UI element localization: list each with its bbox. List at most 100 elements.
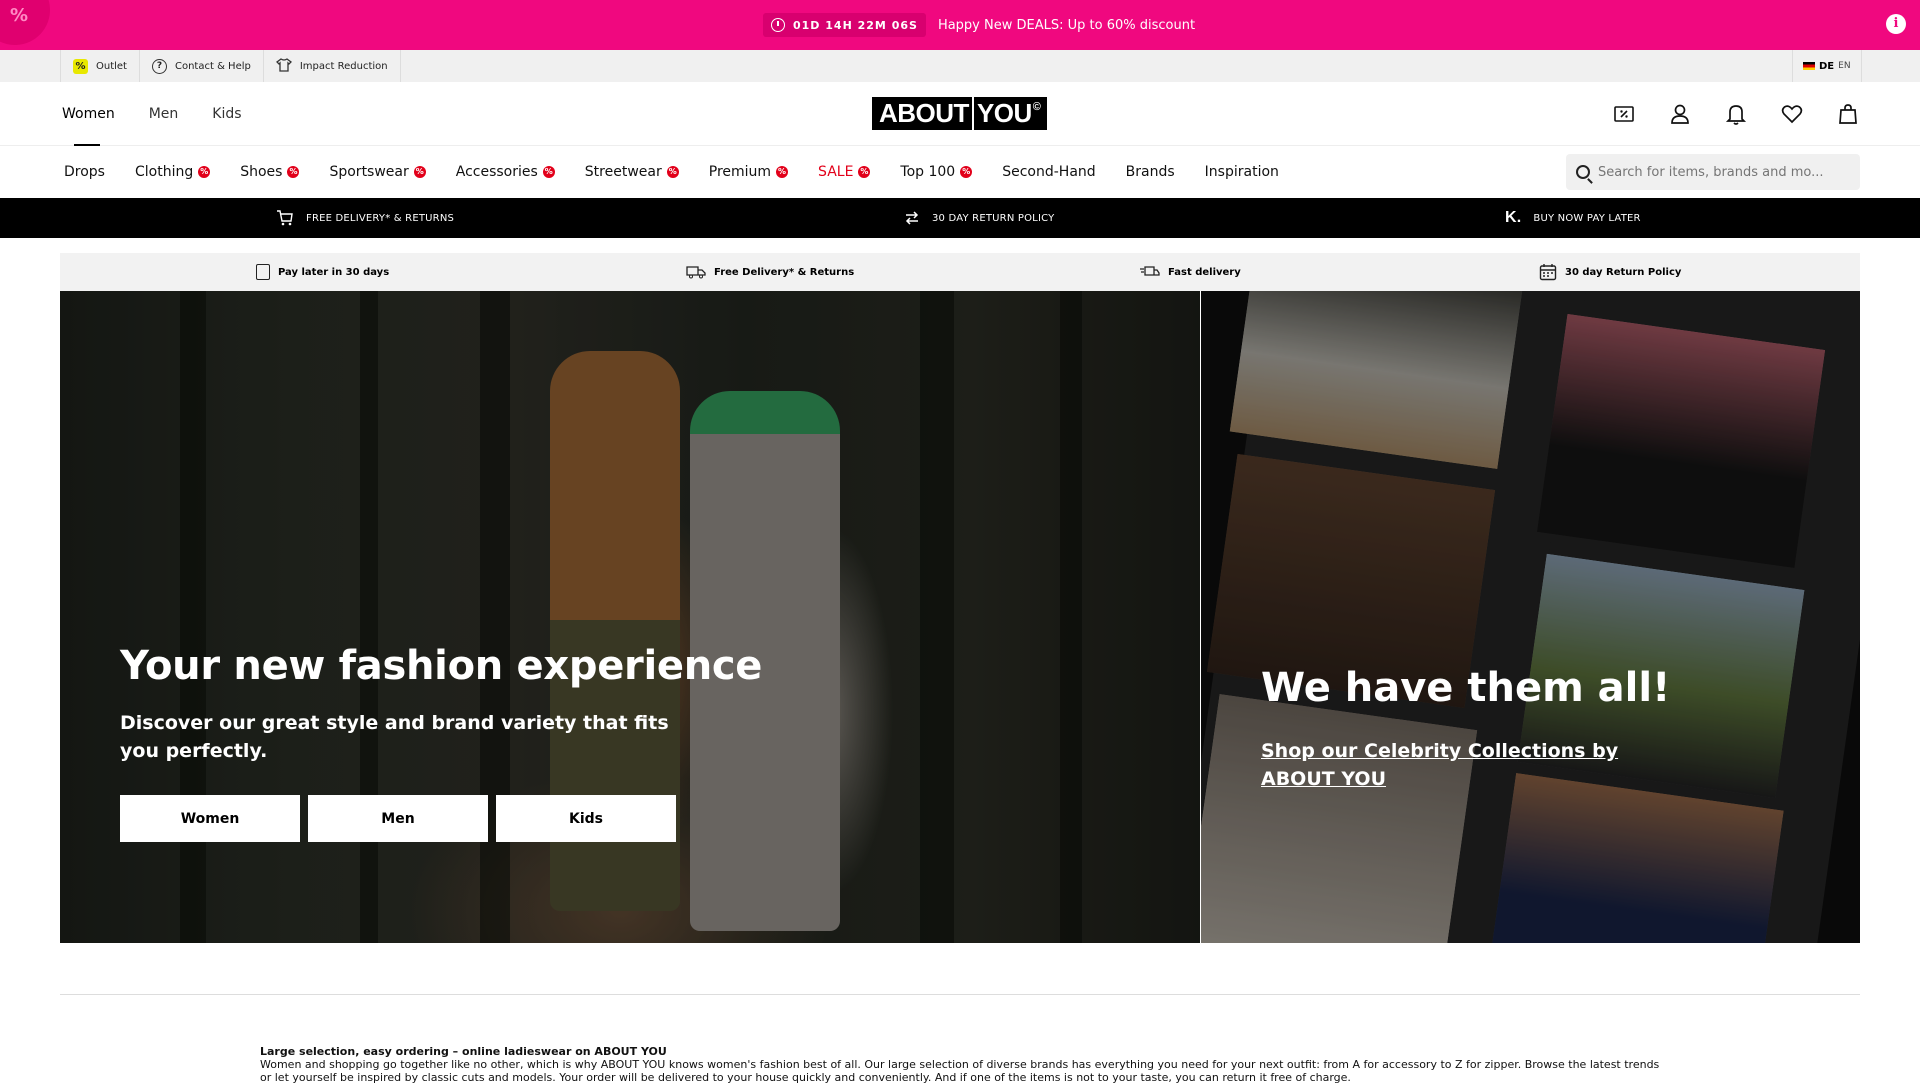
fast-truck-icon — [1140, 266, 1160, 276]
hero-women-button[interactable]: Women — [120, 795, 300, 842]
impact-reduction-link[interactable]: Impact Reduction — [264, 50, 401, 82]
usp-free-delivery-returns[interactable]: Free Delivery* & Returns — [686, 253, 854, 291]
question-circle-icon: ? — [151, 58, 167, 74]
discount-badge-icon: % — [198, 166, 211, 178]
usp-return-policy[interactable]: 30 DAY RETURN POLICY — [904, 198, 1054, 238]
wishlist-heart-icon[interactable] — [1780, 102, 1806, 126]
klarna-icon: K. — [1505, 209, 1522, 226]
account-icon[interactable] — [1668, 102, 1694, 126]
hero-kids-button[interactable]: Kids — [496, 795, 676, 842]
language-de[interactable]: DE — [1819, 61, 1834, 72]
celebrity-collections-link[interactable]: Shop our Celebrity Collections by ABOUT … — [1261, 737, 1621, 793]
section-divider — [60, 994, 1860, 995]
category-premium[interactable]: Premium% — [708, 164, 789, 180]
category-brands[interactable]: Brands — [1126, 164, 1175, 180]
category-drops[interactable]: Drops — [64, 164, 105, 180]
seo-body: Women and shopping go together like no o… — [260, 1058, 1660, 1084]
category-label: Accessories — [455, 164, 538, 180]
notification-bell-icon[interactable] — [1724, 102, 1750, 126]
promo-content[interactable]: 01D 14H 22M 06S Happy New DEALS: Up to 6… — [763, 13, 1195, 37]
tab-women[interactable]: Women — [62, 106, 115, 146]
usp-return-policy-strip[interactable]: 30 day Return Policy — [1539, 253, 1681, 291]
language-switcher[interactable]: DE EN — [1792, 50, 1862, 82]
category-accessories[interactable]: Accessories% — [456, 164, 555, 180]
discount-badge-icon: % — [960, 166, 973, 178]
search-bar[interactable] — [1566, 154, 1860, 190]
usp-return-policy-label: 30 DAY RETURN POLICY — [932, 212, 1055, 224]
category-label: Premium — [708, 164, 772, 180]
category-label: SALE — [818, 164, 854, 180]
discount-badge-icon: % — [858, 166, 871, 178]
hero-banner-celebrity[interactable]: We have them all! Shop our Celebrity Col… — [1201, 291, 1860, 943]
category-sportswear[interactable]: Sportswear% — [329, 164, 426, 180]
percent-tag-icon: % — [73, 58, 88, 74]
logo-mark: © — [1032, 100, 1041, 113]
category-nav: Drops Clothing% Shoes% Sportswear% Accessori… — [0, 146, 1920, 198]
info-icon[interactable]: i — [1886, 14, 1906, 34]
gender-tabs: Women Men Kids — [62, 82, 242, 146]
usp-buy-now-pay-later[interactable]: K. BUY NOW PAY LATER — [1505, 198, 1641, 238]
hero-buttons: Women Men Kids — [120, 795, 676, 842]
usp-return-policy-text: 30 day Return Policy — [1565, 266, 1682, 278]
category-label: Drops — [64, 164, 105, 180]
hero-banner-fashion[interactable]: Your new fashion experience Discover our… — [60, 291, 1200, 943]
usp-fast-delivery-text: Fast delivery — [1168, 266, 1241, 278]
outlet-link[interactable]: % Outlet — [61, 50, 140, 82]
shopping-bag-icon[interactable] — [1836, 102, 1862, 126]
logo-left: ABOUT — [879, 98, 969, 128]
tshirt-icon — [275, 57, 292, 75]
category-label: Top 100 — [900, 164, 956, 180]
search-input[interactable] — [1598, 164, 1848, 180]
usp-free-delivery-text: Free Delivery* & Returns — [714, 266, 855, 278]
usp-bar: FREE DELIVERY* & RETURNS 30 DAY RETURN P… — [0, 198, 1920, 238]
category-shoes[interactable]: Shoes% — [240, 164, 300, 180]
about-you-logo[interactable]: ABOUT YOU © — [872, 97, 1048, 130]
usp-pay-later-label: BUY NOW PAY LATER — [1533, 212, 1641, 224]
category-second-hand[interactable]: Second-Hand — [1002, 164, 1095, 180]
usp-pay-later[interactable]: Pay later in 30 days — [256, 253, 389, 291]
category-label: Second-Hand — [1002, 164, 1096, 180]
hero-title: Your new fashion experience — [120, 643, 763, 689]
usp-free-delivery-label: FREE DELIVERY* & RETURNS — [306, 212, 455, 224]
discount-badge-icon: % — [413, 166, 426, 178]
usp-free-delivery[interactable]: FREE DELIVERY* & RETURNS — [276, 198, 454, 238]
category-label: Brands — [1125, 164, 1175, 180]
exchange-arrows-icon — [905, 211, 919, 225]
usp-pay-later-text: Pay later in 30 days — [278, 266, 390, 278]
category-label: Streetwear — [584, 164, 662, 180]
invoice-icon — [256, 264, 270, 280]
impact-reduction-label: Impact Reduction — [299, 60, 388, 72]
service-bar: % Outlet ? Contact & Help Impact Reducti… — [0, 50, 1920, 82]
service-links: % Outlet ? Contact & Help Impact Reducti… — [60, 50, 401, 82]
hero-men-button[interactable]: Men — [308, 795, 488, 842]
usp-strip: Pay later in 30 days Free Delivery* & Re… — [60, 253, 1860, 291]
language-en[interactable]: EN — [1838, 61, 1850, 71]
logo-separator — [971, 97, 974, 130]
category-label: Inspiration — [1204, 164, 1279, 180]
category-sale[interactable]: SALE% — [818, 164, 871, 180]
discount-icon[interactable] — [1612, 102, 1638, 126]
category-inspiration[interactable]: Inspiration — [1205, 164, 1279, 180]
logo-right: YOU — [976, 98, 1032, 128]
tab-men[interactable]: Men — [149, 106, 179, 122]
hero-subtitle: Discover our great style and brand varie… — [120, 712, 669, 762]
category-label: Shoes — [240, 164, 283, 180]
promo-text[interactable]: Happy New DEALS: Up to 60% discount — [938, 18, 1195, 33]
contact-help-label: Contact & Help — [174, 60, 251, 72]
promo-banner[interactable]: % 01D 14H 22M 06S Happy New DEALS: Up to… — [0, 0, 1920, 50]
discount-badge-icon: % — [776, 166, 789, 178]
contact-help-link[interactable]: ? Contact & Help — [140, 50, 264, 82]
category-top-100[interactable]: Top 100% — [900, 164, 973, 180]
calendar-icon — [1539, 264, 1557, 281]
category-streetwear[interactable]: Streetwear% — [585, 164, 679, 180]
category-clothing[interactable]: Clothing% — [135, 164, 211, 180]
search-icon — [1576, 165, 1590, 179]
tab-kids[interactable]: Kids — [212, 106, 241, 122]
seo-text: Large selection, easy ordering – online … — [260, 1045, 1660, 1084]
usp-fast-delivery[interactable]: Fast delivery — [1140, 253, 1241, 291]
hero-overlay — [60, 291, 1200, 943]
main-header: Women Men Kids ABOUT YOU © — [0, 82, 1920, 146]
seo-heading: Large selection, easy ordering – online … — [260, 1045, 667, 1058]
discount-badge-icon: % — [666, 166, 679, 178]
countdown-value: 01D 14H 22M 06S — [793, 18, 918, 32]
